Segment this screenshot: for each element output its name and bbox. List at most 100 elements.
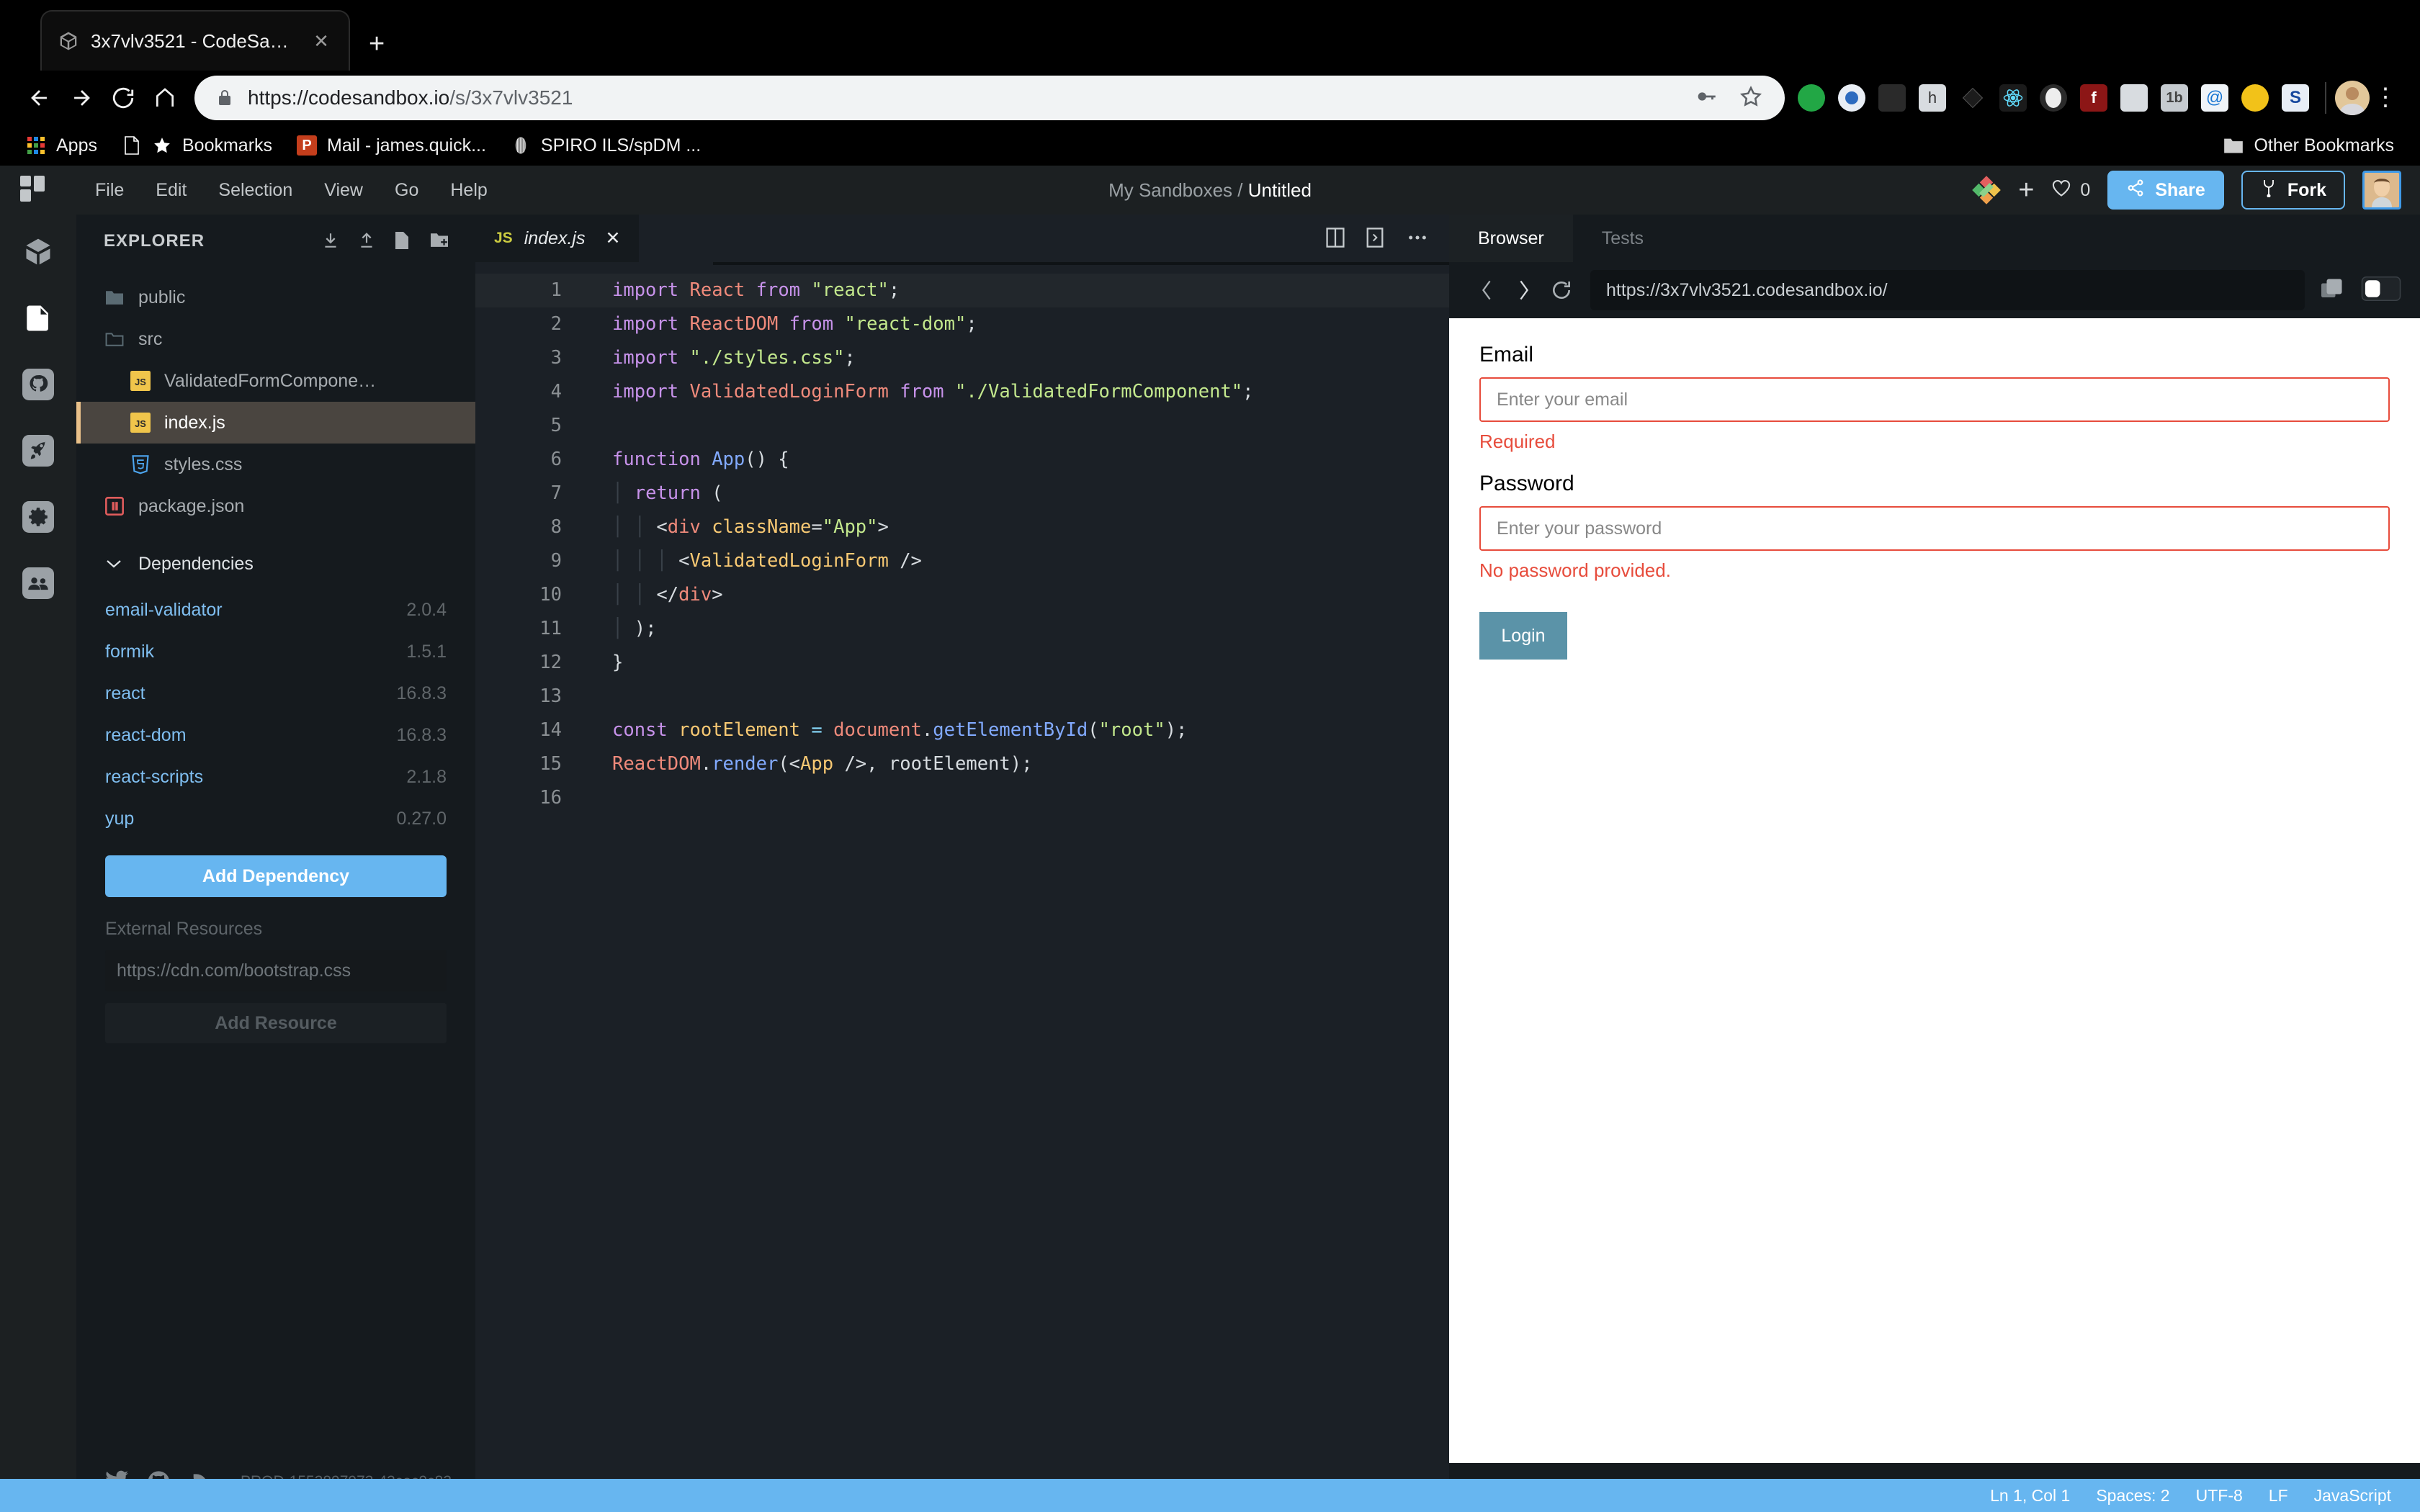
upload-icon[interactable] — [357, 231, 377, 251]
react-devtools-extension-icon[interactable] — [1999, 84, 2027, 112]
bookmark-apps-label: Apps — [56, 135, 97, 156]
dependency-row[interactable]: react-dom 16.8.3 — [76, 714, 475, 756]
preview-refresh-icon[interactable] — [1543, 271, 1580, 309]
menu-go[interactable]: Go — [379, 174, 434, 207]
file-row-public[interactable]: public — [76, 276, 475, 318]
responsive-mode-icon[interactable] — [2361, 276, 2401, 305]
external-resource-input[interactable]: https://cdn.com/bootstrap.css — [105, 950, 447, 991]
add-resource-button[interactable]: Add Resource — [105, 1003, 447, 1043]
editor-tab-index-js[interactable]: JS index.js ✕ — [475, 215, 640, 262]
download-icon[interactable] — [321, 231, 341, 251]
open-in-new-window-icon[interactable] — [2319, 276, 2345, 305]
add-dependency-button[interactable]: Add Dependency — [105, 855, 447, 897]
new-tab-button[interactable]: + — [369, 30, 385, 58]
menu-edit[interactable]: Edit — [140, 174, 202, 207]
dependency-row[interactable]: formik 1.5.1 — [76, 631, 475, 672]
tab-tests[interactable]: Tests — [1573, 215, 1672, 262]
bookmark-bookmarks[interactable]: Bookmarks — [122, 135, 272, 156]
file-row-index-js[interactable]: JS index.js — [76, 402, 475, 444]
preview-url[interactable]: https://3x7vlv3521.codesandbox.io/ — [1590, 270, 2305, 310]
reload-icon[interactable] — [102, 77, 144, 119]
github-icon[interactable] — [19, 366, 57, 403]
codesandbox-favicon-icon — [58, 30, 79, 52]
new-sandbox-button[interactable]: + — [2018, 176, 2034, 204]
sandbox-icon[interactable] — [19, 233, 57, 271]
sphere-icon — [511, 135, 531, 156]
file-row-validatedformcomponent[interactable]: JS ValidatedFormCompone… — [76, 360, 475, 402]
prettier-icon[interactable] — [1972, 176, 2002, 204]
dependencies-header[interactable]: Dependencies — [76, 539, 475, 589]
file-row-package-json[interactable]: package.json — [76, 485, 475, 527]
dependency-row[interactable]: yup 0.27.0 — [76, 798, 475, 840]
tab-close-icon[interactable]: ✕ — [310, 30, 333, 53]
at-extension-icon[interactable]: @ — [2201, 84, 2228, 112]
bookmark-mail[interactable]: P Mail - james.quick... — [297, 135, 486, 156]
open-preview-icon[interactable] — [1366, 226, 1387, 251]
live-users-icon[interactable] — [19, 564, 57, 602]
file-row-styles-css[interactable]: styles.css — [76, 444, 475, 485]
deploy-rocket-icon[interactable] — [19, 432, 57, 469]
editor-tab-close-icon[interactable]: ✕ — [605, 228, 620, 249]
home-icon[interactable] — [144, 77, 186, 119]
encoding-setting[interactable]: UTF-8 — [2196, 1486, 2243, 1506]
menu-view[interactable]: View — [308, 174, 379, 207]
back-icon[interactable] — [19, 77, 60, 119]
address-bar[interactable]: https://codesandbox.io/s/3x7vlv3521 — [194, 76, 1785, 120]
bookmark-apps[interactable]: Apps — [26, 135, 97, 156]
pen-extension-icon[interactable] — [1878, 84, 1906, 112]
chrome-menu-icon[interactable]: ⋮ — [2370, 85, 2401, 109]
folder-filled-icon — [104, 287, 125, 308]
honey-extension-icon[interactable]: h — [1919, 84, 1946, 112]
files-icon[interactable] — [19, 300, 57, 337]
bookmark-star-icon[interactable] — [1739, 84, 1763, 112]
key-icon[interactable] — [1694, 84, 1718, 112]
preview-forward-icon[interactable] — [1505, 271, 1543, 309]
s-extension-icon[interactable]: S — [2282, 84, 2309, 112]
b-extension-icon[interactable]: 1b — [2161, 84, 2188, 112]
other-bookmarks[interactable]: Other Bookmarks — [2223, 135, 2394, 156]
codesandbox-logo-icon[interactable] — [19, 174, 50, 206]
green-thumb-extension-icon[interactable] — [1798, 84, 1825, 112]
cursor-position[interactable]: Ln 1, Col 1 — [1990, 1486, 2070, 1506]
moon-extension-icon[interactable] — [2241, 84, 2269, 112]
preview-back-icon[interactable] — [1468, 271, 1505, 309]
forward-icon[interactable] — [60, 77, 102, 119]
menu-help[interactable]: Help — [434, 174, 503, 207]
profile-avatar[interactable] — [2335, 81, 2370, 115]
more-options-icon[interactable] — [1406, 226, 1428, 251]
fork-button[interactable]: Fork — [2241, 171, 2345, 210]
diamond-extension-icon[interactable] — [1959, 84, 1986, 112]
login-button[interactable]: Login — [1479, 612, 1567, 660]
likes-counter[interactable]: 0 — [2051, 179, 2090, 202]
source-code[interactable]: 1 import React from "react"; 2 import React… — [475, 274, 1449, 815]
tab-browser[interactable]: Browser — [1449, 215, 1573, 262]
url-host: https://codesandbox.io — [248, 86, 450, 109]
password-error: No password provided. — [1479, 559, 1671, 581]
dependency-row[interactable]: react-scripts 2.1.8 — [76, 756, 475, 798]
password-field[interactable]: Enter your password — [1479, 506, 2390, 551]
language-mode[interactable]: JavaScript — [2314, 1486, 2391, 1506]
dependency-version: 16.8.3 — [396, 724, 447, 745]
code-area[interactable]: 1 import React from "react"; 2 import React… — [475, 262, 1449, 1512]
blue-circle-extension-icon[interactable] — [1838, 84, 1865, 112]
split-editor-icon[interactable] — [1325, 226, 1347, 251]
new-folder-icon[interactable] — [429, 231, 449, 251]
flash-extension-icon[interactable]: f — [2080, 84, 2107, 112]
file-row-src[interactable]: src — [76, 318, 475, 360]
settings-gear-icon[interactable] — [19, 498, 57, 536]
white-oval-extension-icon[interactable] — [2040, 84, 2067, 112]
indentation-setting[interactable]: Spaces: 2 — [2096, 1486, 2169, 1506]
dependency-row[interactable]: react 16.8.3 — [76, 672, 475, 714]
json-file-icon — [104, 495, 125, 517]
menu-selection[interactable]: Selection — [202, 174, 308, 207]
share-button[interactable]: Share — [2107, 171, 2224, 210]
tag-extension-icon[interactable] — [2120, 84, 2148, 112]
new-file-icon[interactable] — [393, 231, 413, 251]
user-avatar[interactable] — [2362, 171, 2401, 210]
bookmark-spiro[interactable]: SPIRO ILS/spDM ... — [511, 135, 701, 156]
dependency-row[interactable]: email-validator 2.0.4 — [76, 589, 475, 631]
menu-file[interactable]: File — [79, 174, 140, 207]
browser-tab[interactable]: 3x7vlv3521 - CodeSandbox ✕ — [40, 10, 350, 71]
email-field[interactable]: Enter your email — [1479, 377, 2390, 422]
eol-setting[interactable]: LF — [2269, 1486, 2288, 1506]
